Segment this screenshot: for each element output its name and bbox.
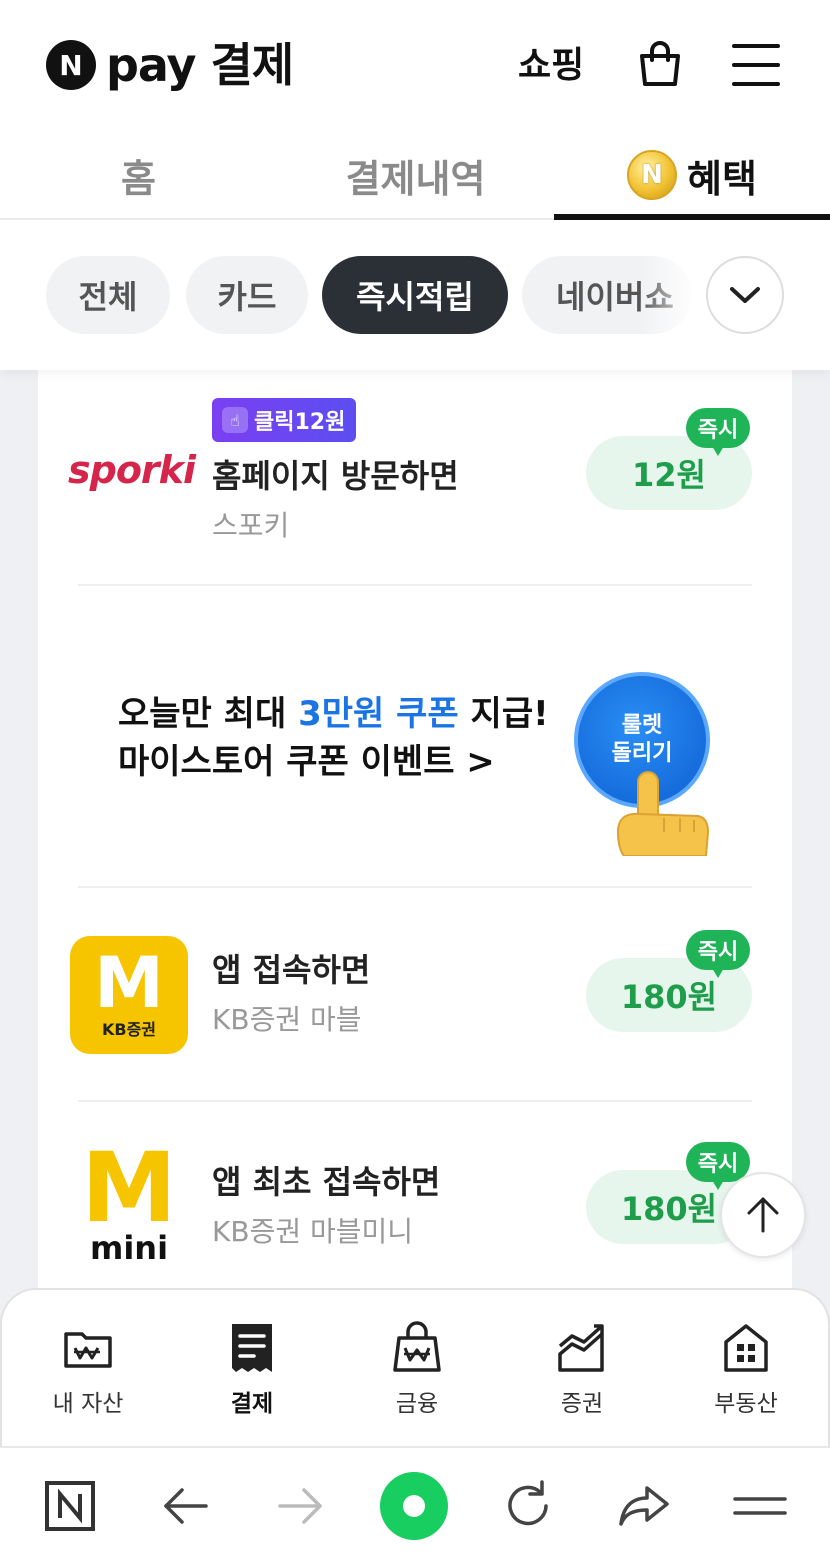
click-badge-label: 클릭12원 xyxy=(254,410,346,435)
filter-chips: 전체 카드 즉시적립 네이버쇼 xyxy=(0,222,830,370)
arrow-right-icon xyxy=(278,1488,322,1524)
share-button[interactable] xyxy=(612,1474,676,1538)
mini-m-letter: M xyxy=(81,1132,177,1244)
green-dot-button[interactable] xyxy=(378,1470,450,1542)
forward-button[interactable] xyxy=(268,1474,332,1538)
arrow-left-icon xyxy=(164,1488,208,1524)
share-icon xyxy=(619,1486,669,1526)
nav-label: 증권 xyxy=(560,1391,604,1417)
refresh-icon xyxy=(508,1480,548,1526)
active-tab-indicator xyxy=(554,214,830,220)
chevron-down-icon xyxy=(730,287,760,303)
tab-home-label: 홈 xyxy=(121,156,156,201)
item-title[interactable]: 홈페이지 방문하면 xyxy=(212,456,459,496)
item-title[interactable]: 앱 최초 접속하면 xyxy=(212,1162,440,1202)
tab-benefits[interactable]: N 혜택 xyxy=(554,130,830,220)
banner-text-a: 오늘만 최대 xyxy=(118,694,299,734)
banner-text-b: 지급! xyxy=(458,694,549,734)
back-button[interactable] xyxy=(154,1474,218,1538)
click-reward-badge: ☝ 클릭12원 xyxy=(212,398,356,442)
browser-toolbar xyxy=(0,1446,830,1561)
instant-badge: 즉시 xyxy=(686,1142,750,1190)
tab-benefits-label: 혜택 xyxy=(687,156,757,201)
divider xyxy=(78,584,752,586)
stock-chart-icon xyxy=(558,1324,604,1372)
item-subtitle: KB증권 마블미니 xyxy=(212,1215,414,1248)
item-subtitle: 스포키 xyxy=(212,509,290,542)
click-hand-icon: ☝ xyxy=(222,407,248,433)
kb-label: KB증권 xyxy=(101,1020,157,1039)
app-header: N pay 결제 쇼핑 xyxy=(0,0,830,130)
bottom-navigation: 내 자산 결제 금융 증권 부동산 xyxy=(0,1288,830,1448)
building-icon xyxy=(724,1324,768,1372)
mini-label: mini xyxy=(89,1229,169,1267)
shopping-link[interactable]: 쇼핑 xyxy=(518,44,584,88)
main-tabs: 홈 결제내역 N 혜택 xyxy=(0,130,830,220)
shopping-bag-icon[interactable] xyxy=(634,38,686,90)
npay-logo[interactable]: N pay 결제 xyxy=(46,38,294,92)
banner-highlight: 3만원 쿠폰 xyxy=(298,694,459,734)
hamburger-menu-icon[interactable] xyxy=(732,42,780,88)
money-bag-icon xyxy=(393,1321,441,1372)
pointing-finger-icon xyxy=(616,771,710,856)
chip-instant-reward[interactable]: 즉시적립 xyxy=(322,256,508,334)
instant-badge: 즉시 xyxy=(686,408,750,456)
logo-text: pay 결제 xyxy=(106,38,294,92)
chip-all[interactable]: 전체 xyxy=(46,256,170,334)
refresh-button[interactable] xyxy=(496,1474,560,1538)
coupon-banner-headline[interactable]: 오늘만 최대 3만원 쿠폰 지급! xyxy=(118,692,549,736)
naver-home-button[interactable] xyxy=(38,1474,102,1538)
menu-lines-icon xyxy=(733,1497,787,1515)
nav-my-assets[interactable]: 내 자산 xyxy=(28,1320,148,1418)
divider xyxy=(78,886,752,888)
tab-payment-history[interactable]: 결제내역 xyxy=(277,130,554,220)
receipt-icon xyxy=(232,1324,272,1372)
nav-label: 금융 xyxy=(395,1391,439,1417)
tab-home[interactable]: 홈 xyxy=(0,130,277,220)
divider xyxy=(78,1100,752,1102)
coupon-banner-link[interactable]: 마이스토어 쿠폰 이벤트 > xyxy=(118,740,495,784)
roulette-label-1: 룰렛 xyxy=(621,713,663,738)
kb-m-letter: M xyxy=(94,942,164,1024)
nav-label: 결제 xyxy=(230,1391,274,1417)
nav-real-estate[interactable]: 부동산 xyxy=(686,1320,806,1418)
chip-fade-overlay xyxy=(640,256,700,334)
item-title[interactable]: 앱 접속하면 xyxy=(212,950,370,990)
green-dot-icon xyxy=(380,1472,448,1540)
nav-securities[interactable]: 증권 xyxy=(522,1320,642,1418)
expand-filters-button[interactable] xyxy=(706,256,784,334)
naver-n-icon xyxy=(45,1481,95,1531)
browser-menu-button[interactable] xyxy=(728,1474,792,1538)
instant-badge: 즉시 xyxy=(686,930,750,978)
sporki-logo: sporki xyxy=(68,448,196,492)
arrow-up-icon xyxy=(747,1197,779,1233)
npay-coin-icon: N xyxy=(627,150,678,200)
nav-label: 부동산 xyxy=(714,1391,778,1417)
nav-finance[interactable]: 금융 xyxy=(357,1320,477,1418)
kb-marble-logo: M KB증권 xyxy=(70,936,188,1054)
roulette-label-2: 돌리기 xyxy=(611,741,673,766)
chip-card[interactable]: 카드 xyxy=(186,256,308,334)
wallet-icon xyxy=(64,1332,112,1368)
naver-n-icon: N xyxy=(46,40,96,90)
kb-marble-mini-logo: M mini xyxy=(70,1132,188,1270)
item-subtitle: KB증권 마블 xyxy=(212,1003,362,1036)
tab-history-label: 결제내역 xyxy=(345,156,486,201)
nav-payment[interactable]: 결제 xyxy=(192,1320,312,1418)
scroll-to-top-button[interactable] xyxy=(720,1172,806,1258)
nav-label: 내 자산 xyxy=(52,1391,124,1417)
